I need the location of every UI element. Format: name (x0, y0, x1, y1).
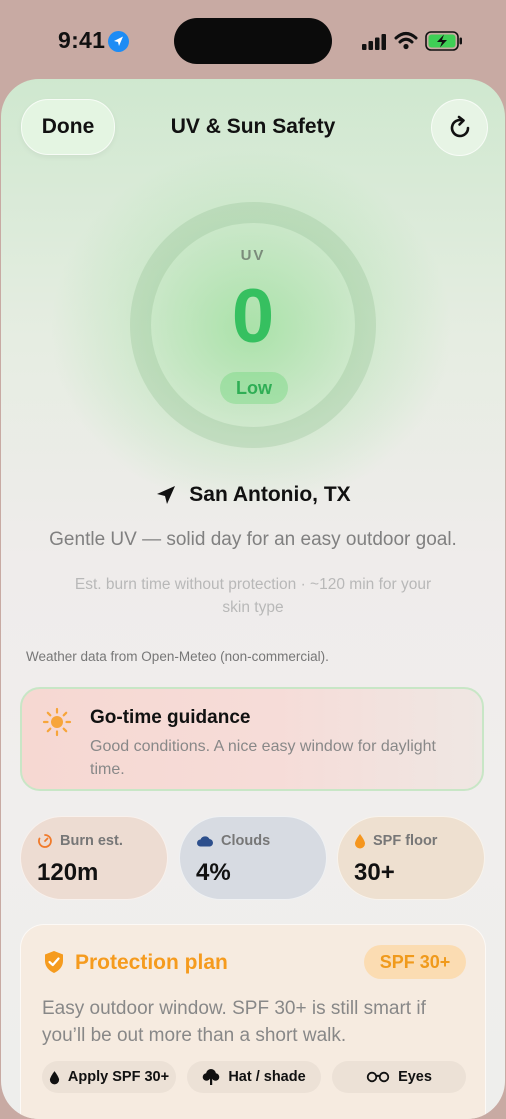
location-arrow-icon (157, 486, 176, 504)
protection-plan-title: Protection plan (75, 951, 228, 974)
battery-charging-icon (425, 31, 462, 51)
guidance-card: Go-time guidance Good conditions. A nice… (20, 687, 484, 791)
apply-spf-chip[interactable]: Apply SPF 30+ (42, 1061, 176, 1093)
uv-index-value: 0 (231, 274, 275, 359)
burn-time-note: Est. burn time without protection · ~120… (74, 576, 432, 616)
protection-plan-body: Easy outdoor window. SPF 30+ is still sm… (42, 998, 426, 1046)
location-services-icon (108, 31, 129, 52)
uv-headline: Gentle UV — solid day for an easy outdoo… (49, 529, 457, 550)
spf-floor-value: 30+ (354, 859, 395, 886)
burn-estimate-label: Burn est. (60, 833, 123, 849)
sun-icon (42, 707, 72, 737)
clouds-tile: Clouds 4% (179, 816, 327, 900)
apply-spf-label: Apply SPF 30+ (67, 1069, 170, 1085)
drop-icon (355, 834, 365, 849)
status-bar: 9:41 (0, 0, 506, 80)
hat-shade-chip[interactable]: Hat / shade (187, 1061, 321, 1093)
guidance-title: Go-time guidance (90, 707, 251, 728)
refresh-button[interactable] (431, 99, 488, 156)
eyes-label: Eyes (398, 1069, 432, 1085)
timer-icon (38, 834, 52, 848)
uv-sheet: Done UV & Sun Safety UV 0 Low San Antoni… (1, 79, 505, 1119)
eyes-chip[interactable]: Eyes (332, 1061, 466, 1093)
location-row[interactable]: San Antonio, TX (1, 483, 505, 507)
weather-attribution: Weather data from Open-Meteo (non-commer… (26, 649, 329, 664)
location-name: San Antonio, TX (189, 483, 351, 506)
uv-level-badge: Low (220, 372, 288, 404)
protection-plan-card: Protection plan SPF 30+ Easy outdoor win… (20, 924, 486, 1119)
spf-badge: SPF 30+ (364, 945, 466, 979)
guidance-body: Good conditions. A nice easy window for … (90, 738, 436, 778)
burn-estimate-tile: Burn est. 120m (20, 816, 168, 900)
drop-icon (49, 1070, 60, 1084)
clouds-value: 4% (196, 859, 231, 886)
clouds-label: Clouds (221, 833, 271, 849)
spf-floor-tile: SPF floor 30+ (337, 816, 485, 900)
page-title: UV & Sun Safety (170, 115, 336, 138)
cloud-icon (197, 836, 213, 847)
glasses-icon (366, 1071, 390, 1083)
tree-icon (203, 1069, 220, 1085)
dynamic-island (174, 18, 332, 64)
burn-estimate-value: 120m (37, 859, 99, 886)
cellular-signal-icon (362, 34, 386, 50)
uv-label: UV (240, 247, 266, 264)
wifi-icon (394, 32, 418, 50)
shield-check-icon (45, 951, 63, 973)
status-time: 9:41 (58, 27, 106, 53)
refresh-icon (450, 115, 469, 137)
hat-shade-label: Hat / shade (228, 1069, 306, 1085)
spf-floor-label: SPF floor (373, 833, 438, 849)
